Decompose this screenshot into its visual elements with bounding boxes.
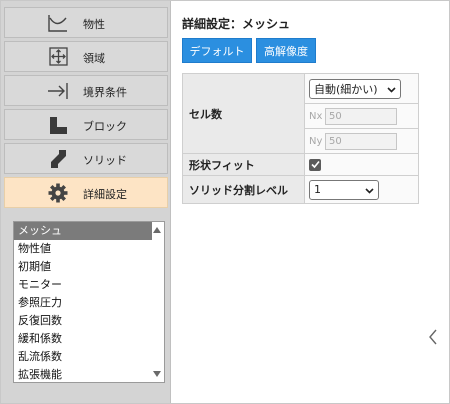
shape-fit-label: 形状フィット [182,153,305,176]
main-panel: 詳細設定：メッシュ デフォルト 高解像度 セル数 自動(細かい) Nx 50 N… [172,1,449,403]
sidebar-item-label: 詳細設定 [83,188,127,201]
scroll-up-icon[interactable] [152,225,162,235]
sidebar-item-properties[interactable]: 物性 [4,7,168,38]
cell-count-select-value: 自動(細かい) [314,82,378,96]
list-item[interactable]: 物性値 [14,240,152,258]
domain-expand-icon [49,47,68,66]
sidebar-item-solid[interactable]: ソリッド [4,143,168,174]
list-item[interactable]: モニター [14,276,152,294]
list-item[interactable]: 拡張機能 [14,366,152,384]
sidebar-item-block[interactable]: ブロック [4,109,168,140]
list-item[interactable]: 参照圧力 [14,294,152,312]
chevron-down-icon [365,187,374,194]
sidebar-item-label: 境界条件 [83,86,127,99]
checkmark-icon [310,160,320,169]
high-resolution-button[interactable]: 高解像度 [256,38,316,63]
settings-listbox[interactable]: メッシュ 物性値 初期値 モニター 参照圧力 反復回数 緩和係数 乱流係数 拡張… [13,221,165,383]
sidebar-item-label: ソリッド [83,154,127,167]
sidebar-item-advanced[interactable]: 詳細設定 [4,177,168,208]
sidebar: 物性 領域 境界条件 ブロック ソリッド 詳細設定 メッシュ 物性値 初期値 モ… [1,1,171,403]
sidebar-item-label: ブロック [83,120,127,133]
cell-count-select[interactable]: 自動(細かい) [309,78,401,99]
list-item[interactable]: 初期値 [14,258,152,276]
page-title: 詳細設定：メッシュ [182,17,291,31]
ny-input[interactable]: 50 [325,132,397,150]
solid-level-select-value: 1 [314,183,321,196]
nx-input[interactable]: 50 [325,107,397,125]
default-button[interactable]: デフォルト [182,38,252,63]
block-icon [50,117,67,134]
cell-count-label: セル数 [182,73,305,154]
solid-icon [51,150,66,168]
sidebar-item-label: 物性 [83,18,105,31]
shape-fit-checkbox[interactable] [309,158,321,171]
chevron-left-icon[interactable] [427,329,439,345]
gear-icon [48,183,68,203]
list-item[interactable]: 緩和係数 [14,330,152,348]
sidebar-item-domain[interactable]: 領域 [4,41,168,72]
list-item[interactable]: 反復回数 [14,312,152,330]
sidebar-item-label: 領域 [83,52,105,65]
list-item[interactable]: 乱流係数 [14,348,152,366]
list-item[interactable]: メッシュ [14,222,152,240]
chevron-down-icon [387,86,396,93]
sidebar-item-boundary[interactable]: 境界条件 [4,75,168,106]
settings-table: セル数 自動(細かい) Nx 50 Ny 50 形状フィット ソリッド分割レベル… [182,73,419,204]
nx-label: Nx [309,110,323,122]
solid-level-select[interactable]: 1 [309,179,379,200]
ny-label: Ny [309,135,323,147]
boundary-arrow-icon [48,83,68,99]
solid-level-label: ソリッド分割レベル [182,175,305,204]
graph-curve-icon [48,15,67,32]
scroll-down-icon[interactable] [152,369,162,379]
